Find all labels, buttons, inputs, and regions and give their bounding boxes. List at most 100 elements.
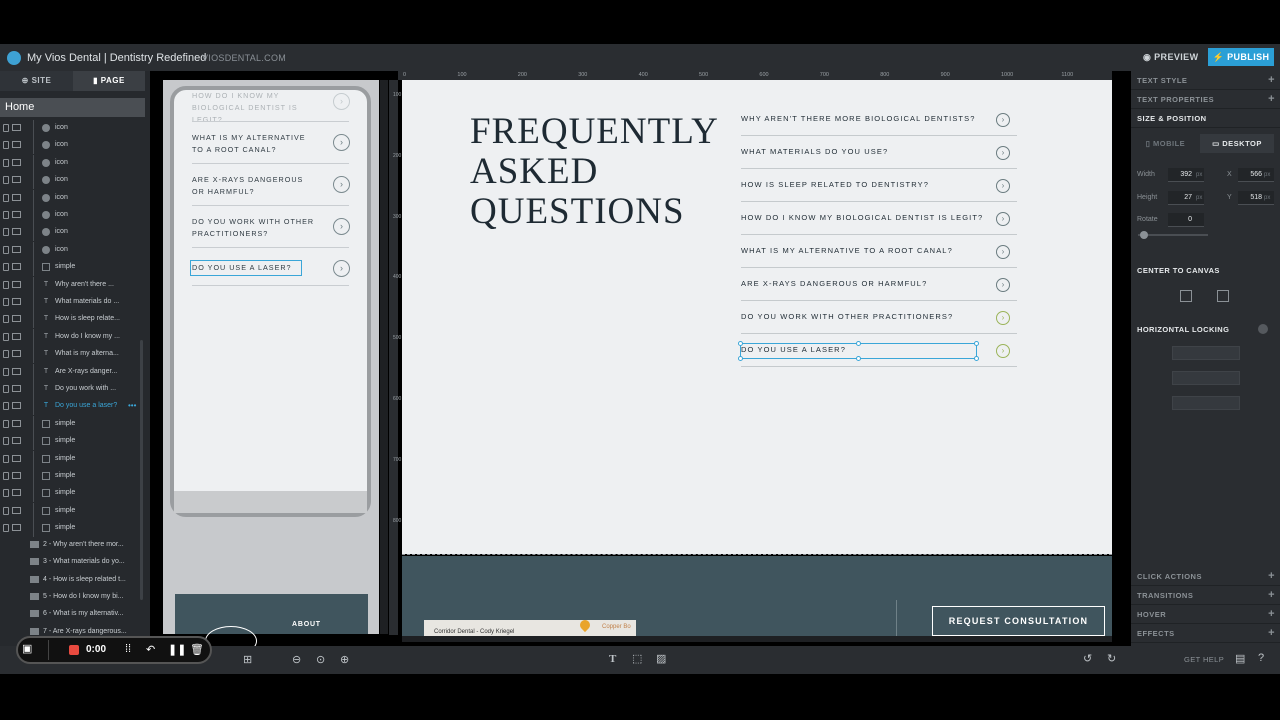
grid-icon[interactable]: ⊞ <box>243 653 252 666</box>
request-consultation-button[interactable]: REQUEST CONSULTATION <box>932 606 1105 636</box>
tab-page[interactable]: ▮ PAGE <box>73 71 145 91</box>
mobile-visibility-icon[interactable] <box>3 385 9 393</box>
mobile-faq-question[interactable]: DO YOU WORK WITH OTHER PRACTITIONERS? <box>192 216 317 240</box>
desktop-visibility-icon[interactable] <box>12 524 21 532</box>
chevron-right-icon[interactable]: › <box>333 93 350 110</box>
group-folder[interactable]: 3 - What materials do yo... <box>0 554 145 571</box>
mobile-visibility-icon[interactable] <box>3 193 9 202</box>
layer-item[interactable]: icon <box>0 172 145 190</box>
chevron-right-icon[interactable]: › <box>996 344 1010 358</box>
layer-item[interactable]: simple <box>0 259 145 277</box>
resize-handle[interactable] <box>856 341 861 346</box>
chevron-right-icon[interactable]: › <box>333 176 350 193</box>
add-box-icon[interactable]: ⬚ <box>632 652 642 665</box>
layer-item[interactable]: T Why aren't there ... <box>0 276 145 294</box>
undo-icon[interactable]: ↺ <box>1083 652 1092 665</box>
faq-question[interactable]: WHAT IS MY ALTERNATIVE TO A ROOT CANAL? <box>741 246 981 255</box>
app-logo-icon[interactable] <box>7 51 21 65</box>
mobile-visibility-icon[interactable] <box>3 211 9 219</box>
layer-item[interactable]: T Do you use a laser? ••• <box>0 398 145 416</box>
section-hover[interactable]: HOVER + <box>1131 605 1280 624</box>
desktop-visibility-icon[interactable] <box>12 385 21 392</box>
layer-item[interactable]: simple <box>0 502 145 520</box>
section-transitions[interactable]: TRANSITIONS + <box>1131 586 1280 605</box>
group-folder[interactable]: 2 - Why aren't there mor... <box>0 537 145 554</box>
mobile-visibility-icon[interactable] <box>3 472 9 480</box>
layer-item[interactable]: icon <box>0 224 145 242</box>
drag-handle-icon[interactable]: ⁞⁞ <box>125 643 131 655</box>
mobile-visibility-icon[interactable] <box>3 158 9 167</box>
mobile-visibility-icon[interactable] <box>3 419 9 428</box>
chevron-right-icon[interactable]: › <box>996 245 1010 259</box>
layer-item[interactable]: simple <box>0 485 145 503</box>
mobile-selection-box[interactable] <box>190 260 302 276</box>
layer-item[interactable]: simple <box>0 433 145 451</box>
desktop-visibility-icon[interactable] <box>12 176 21 184</box>
desktop-visibility-icon[interactable] <box>12 211 21 218</box>
mobile-visibility-icon[interactable] <box>3 367 9 376</box>
desktop-visibility-icon[interactable] <box>12 280 21 288</box>
layer-item[interactable]: icon <box>0 207 145 224</box>
section-text-style[interactable]: TEXT STYLE + <box>1131 71 1280 90</box>
mobile-visibility-icon[interactable] <box>3 141 9 150</box>
mobile-visibility-icon[interactable] <box>3 124 9 132</box>
page-home-row[interactable]: Home <box>0 98 145 117</box>
mobile-visibility-icon[interactable] <box>3 245 9 254</box>
desktop-visibility-icon[interactable] <box>12 141 21 149</box>
desktop-visibility-icon[interactable] <box>12 158 21 166</box>
layer-item[interactable]: icon <box>0 241 145 259</box>
desktop-visibility-icon[interactable] <box>12 298 21 305</box>
resize-handle[interactable] <box>738 341 743 346</box>
get-help-link[interactable]: GET HELP <box>1184 655 1224 664</box>
desktop-visibility-icon[interactable] <box>12 506 21 514</box>
desktop-visibility-icon[interactable] <box>12 193 21 201</box>
chevron-right-icon[interactable]: › <box>996 278 1010 292</box>
add-text-icon[interactable]: T <box>609 653 616 665</box>
camera-icon[interactable]: ▣ <box>22 642 38 658</box>
chevron-right-icon[interactable]: › <box>333 218 350 235</box>
zoom-out-icon[interactable]: ⊖ <box>292 653 301 666</box>
desktop-visibility-icon[interactable] <box>12 367 21 375</box>
mobile-visibility-icon[interactable] <box>3 437 9 446</box>
help-icon[interactable]: ? <box>1258 652 1264 664</box>
mobile-visibility-icon[interactable] <box>3 402 9 411</box>
faq-question[interactable]: WHY AREN'T THERE MORE BIOLOGICAL DENTIST… <box>741 114 981 123</box>
faq-question[interactable]: HOW DO I KNOW MY BIOLOGICAL DENTIST IS L… <box>741 213 982 222</box>
rotate-slider[interactable] <box>1138 234 1208 236</box>
layer-item[interactable]: icon <box>0 189 145 207</box>
chevron-right-icon[interactable]: › <box>333 260 350 277</box>
mobile-visibility-icon[interactable] <box>3 332 9 341</box>
chevron-right-icon[interactable]: › <box>996 146 1010 160</box>
lock-left-right-option[interactable] <box>1172 346 1240 360</box>
zoom-in-icon[interactable]: ⊕ <box>340 653 349 666</box>
faq-question[interactable]: WHAT MATERIALS DO YOU USE? <box>741 147 981 156</box>
tab-mobile[interactable]: ▯ MOBILE <box>1131 134 1200 153</box>
mobile-visibility-icon[interactable] <box>3 524 9 533</box>
mobile-faq-question[interactable]: WHAT IS MY ALTERNATIVE TO A ROOT CANAL? <box>192 132 317 156</box>
publish-button[interactable]: ⚡ PUBLISH <box>1208 48 1274 66</box>
layer-item[interactable]: icon <box>0 154 145 172</box>
group-folder[interactable]: 4 - How is sleep related t... <box>0 572 145 589</box>
mobile-visibility-icon[interactable] <box>3 315 9 324</box>
more-options-icon[interactable]: ••• <box>128 401 136 410</box>
add-image-icon[interactable]: ▨ <box>656 652 666 665</box>
desktop-visibility-icon[interactable] <box>12 263 21 271</box>
faq-headline[interactable]: FREQUENTLY ASKED QUESTIONS <box>470 112 719 232</box>
mobile-visibility-icon[interactable] <box>3 280 9 289</box>
layer-item[interactable]: icon <box>0 120 145 137</box>
pause-icon[interactable]: ❚❚ <box>168 643 186 656</box>
layer-item[interactable]: simple <box>0 468 145 485</box>
resize-handle[interactable] <box>738 356 743 361</box>
site-title[interactable]: My Vios Dental | Dentistry Redefined <box>27 52 206 64</box>
resize-handle[interactable] <box>974 341 979 346</box>
layer-item[interactable]: simple <box>0 415 145 433</box>
mobile-visibility-icon[interactable] <box>3 298 9 306</box>
mobile-visibility-icon[interactable] <box>3 506 9 515</box>
desktop-visibility-icon[interactable] <box>12 228 21 236</box>
zoom-reset-icon[interactable]: ⊙ <box>316 653 325 666</box>
layer-item[interactable]: T What materials do ... <box>0 294 145 311</box>
tab-desktop[interactable]: ▭ DESKTOP <box>1200 134 1274 153</box>
layer-item[interactable]: T Do you work with ... <box>0 381 145 398</box>
info-icon[interactable] <box>1258 324 1268 334</box>
layer-item[interactable]: T How do I know my ... <box>0 328 145 346</box>
